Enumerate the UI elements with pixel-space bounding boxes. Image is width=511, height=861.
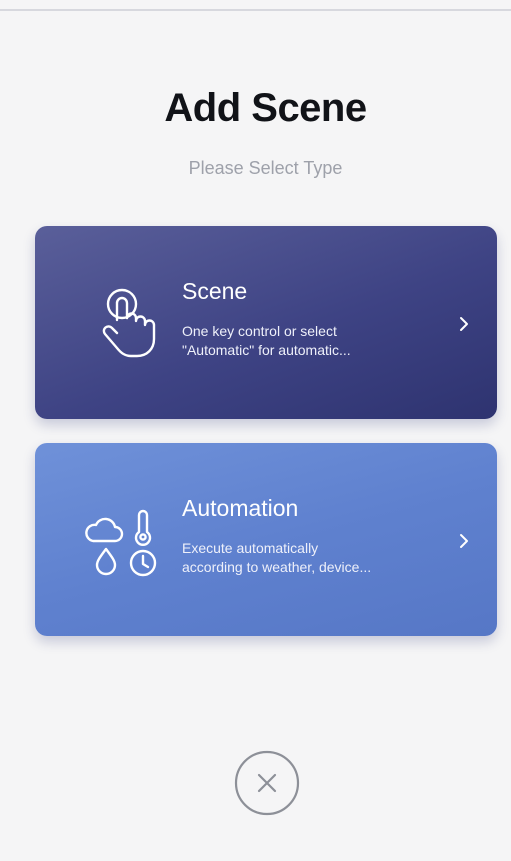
scene-card-description: One key control or select "Automatic" fo… xyxy=(182,322,432,360)
tap-hand-icon xyxy=(102,288,156,358)
chevron-right-icon xyxy=(460,317,468,331)
chevron-right-icon xyxy=(460,534,468,548)
weather-conditions-icon xyxy=(85,509,157,577)
page-title: Add Scene xyxy=(164,86,367,130)
automation-card-description: Execute automatically according to weath… xyxy=(182,539,432,577)
scene-card-title: Scene xyxy=(182,278,248,304)
scene-desc-line-2: "Automatic" for automatic... xyxy=(182,342,351,358)
automation-card-title: Automation xyxy=(182,495,299,521)
scene-card[interactable]: Scene One key control or select "Automat… xyxy=(35,226,497,419)
close-icon[interactable] xyxy=(233,749,301,817)
automation-desc-line-1: Execute automatically xyxy=(182,540,319,556)
automation-desc-line-2: according to weather, device... xyxy=(182,559,372,575)
scene-desc-line-1: One key control or select xyxy=(182,323,337,339)
page-subtitle: Please Select Type xyxy=(188,158,343,178)
top-divider xyxy=(0,9,511,11)
automation-card[interactable]: Automation Execute automatically accordi… xyxy=(35,443,497,636)
